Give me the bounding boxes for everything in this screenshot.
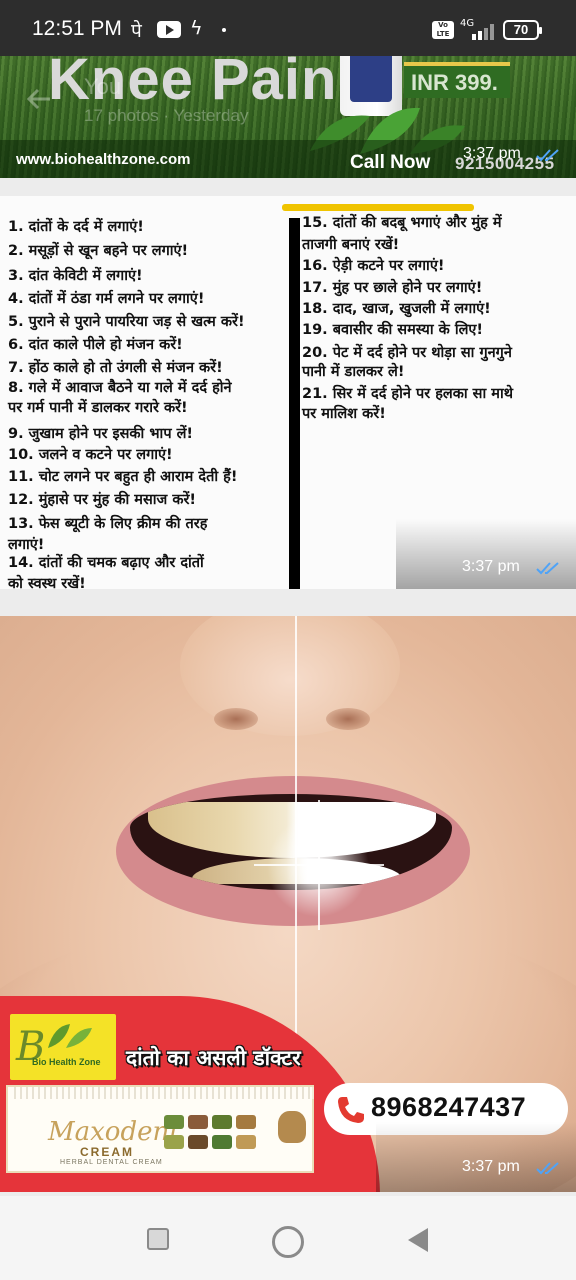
herb-thumbnail	[212, 1135, 232, 1149]
list-item: पर गर्म पानी में डालकर गरारे करें!	[8, 400, 188, 416]
youtube-icon	[157, 21, 181, 38]
message-time: 3:37 pm	[462, 558, 520, 575]
product-description: HERBAL DENTAL CREAM	[60, 1159, 163, 1166]
timestamp-shade	[396, 519, 576, 589]
list-item: ताजगी बनाएं रखें!	[302, 237, 400, 253]
call-now-text: Call Now	[350, 152, 431, 173]
herb-thumbnail	[188, 1115, 208, 1129]
tooth-icon	[278, 1111, 306, 1143]
nostril-left	[214, 708, 258, 730]
list-item: 2. मसूड़ों से खून बहने पर लगाएं!	[8, 243, 189, 259]
signal-icon	[462, 22, 496, 40]
list-item: 6. दांत काले पीले हो मंजन करें!	[8, 337, 183, 353]
message-image-maxodent-ad[interactable]: B Bio Health Zone दांतो का असली डॉक्टर M…	[0, 616, 576, 1192]
price-tag: INR 399.	[404, 62, 510, 98]
list-item: 18. दाद, खाज, खुजली में लगाएं!	[302, 301, 491, 317]
read-ticks-icon	[536, 149, 559, 162]
list-item: 15. दांतों की बदबू भगाएं और मुंह में	[302, 215, 502, 231]
phone-number: 8968247437	[371, 1092, 527, 1122]
list-item: को स्वस्थ रखें!	[8, 576, 86, 589]
list-item: पर मालिश करें!	[302, 406, 386, 422]
read-ticks-icon	[536, 1162, 559, 1175]
list-item: 9. जुखाम होने पर इसकी भाप लें!	[8, 426, 194, 442]
status-bar: 12:51 PM पे ϟ Vo LTE 4G 70	[0, 0, 576, 56]
list-item: 17. मुंह पर छाले होने पर लगाएं!	[302, 280, 483, 296]
website-text: www.biohealthzone.com	[16, 151, 191, 168]
product-label-strip	[14, 1087, 314, 1099]
sparkle-ray-horizontal	[254, 864, 384, 866]
column-divider	[289, 218, 300, 589]
message-image-benefits-list[interactable]: 1. दांतों के दर्द में लगाएं! 2. मसूड़ों …	[0, 196, 576, 589]
herb-thumbnail	[212, 1115, 232, 1129]
message-time: 3:37 pm	[463, 145, 521, 162]
list-item: 21. सिर में दर्द होने पर हलका सा माथे	[302, 386, 513, 402]
back-arrow-icon[interactable]	[24, 84, 54, 114]
carrier-glyph: पे	[131, 20, 142, 42]
list-item: 3. दांत केविटी में लगाएं!	[8, 268, 143, 284]
list-item: पानी में डालकर ले!	[302, 364, 405, 380]
message-time: 3:37 pm	[462, 1158, 520, 1175]
product-box: Maxodent CREAM HERBAL DENTAL CREAM	[6, 1085, 314, 1173]
list-item: 16. ऐड़ी कटने पर लगाएं!	[302, 258, 445, 274]
herb-thumbnail	[188, 1135, 208, 1149]
herb-thumbnail	[236, 1115, 256, 1129]
photo-count-subtitle: 17 photos · Yesterday	[84, 106, 249, 125]
list-item: 4. दांतों में ठंडा गर्म लगने पर लगाएं!	[8, 291, 205, 307]
ad-tagline: दांतो का असली डॉक्टर	[126, 1046, 301, 1070]
list-item: 20. पेट में दर्द होने पर थोड़ा सा गुनगुन…	[302, 345, 512, 361]
product-type: CREAM	[80, 1145, 134, 1159]
flash-icon: ϟ	[190, 17, 203, 39]
battery-icon: 70	[503, 20, 542, 40]
message-image-knee-pain[interactable]: Knee Pain INR 399. www.biohealthzone.com…	[0, 56, 576, 178]
list-item: 12. मुंहासे पर मुंह की मसाज करें!	[8, 492, 196, 508]
herb-thumbnail	[164, 1135, 184, 1149]
home-button[interactable]	[272, 1226, 304, 1258]
herb-thumbnail	[236, 1135, 256, 1149]
volte-icon: Vo LTE	[432, 21, 454, 39]
recent-apps-button[interactable]	[147, 1228, 169, 1250]
accent-bar	[282, 204, 474, 211]
list-item: 14. दांतों की चमक बढ़ाए और दांतों	[8, 555, 204, 571]
read-ticks-icon	[536, 562, 559, 575]
system-nav-bar	[0, 1196, 576, 1280]
list-item: 19. बवासीर की समस्या के लिए!	[302, 322, 484, 338]
list-item: 11. चोट लगने पर बहुत ही आराम देती हैं!	[8, 469, 238, 485]
back-button[interactable]	[408, 1228, 428, 1252]
timestamp-shade	[376, 1122, 576, 1192]
list-item: लगाएं!	[8, 537, 45, 553]
list-item: 1. दांतों के दर्द में लगाएं!	[8, 219, 144, 235]
list-item: 8. गले में आवाज बैठने या गले में दर्द हो…	[8, 380, 232, 396]
list-item: 13. फेस ब्यूटी के लिए क्रीम की तरह	[8, 516, 208, 532]
leaf-icon	[48, 1024, 92, 1048]
product-name: Maxodent	[48, 1117, 180, 1147]
list-item: 7. होंठ काले हो तो उंगली से मंजन करें!	[8, 360, 223, 376]
dot-icon	[222, 28, 226, 32]
sender-name: You	[84, 74, 122, 99]
phone-icon	[338, 1097, 364, 1123]
brand-name: Bio Health Zone	[32, 1057, 101, 1067]
list-item: 10. जलने व कटने पर लगाएं!	[8, 447, 173, 463]
status-time: 12:51 PM	[32, 17, 122, 40]
nostril-right	[326, 708, 370, 730]
herb-thumbnail	[164, 1115, 184, 1129]
list-item: 5. पुराने से पुराने पायरिया जड़ से खत्म …	[8, 314, 245, 330]
